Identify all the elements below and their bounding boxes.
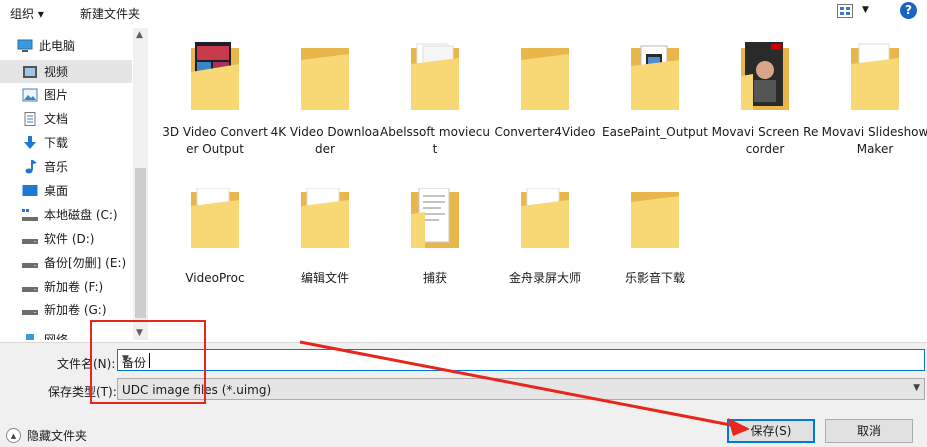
chevron-down-icon[interactable]: ▼ [913,383,920,393]
folder-name: 4K Video Downloader [270,125,380,156]
folder-name: 编辑文件 [300,271,349,285]
nav-item-label: 下载 [44,136,69,150]
network-icon [22,333,38,340]
nav-item-label: 文档 [44,112,69,126]
nav-item-label: 软件 (D:) [44,232,95,246]
folder-document-page-icon [411,188,459,248]
computer-icon [17,39,33,53]
toolbar: 组织 ▾ 新建文件夹 ▼ ? [0,0,927,26]
nav-item-label: 新加卷 (G:) [44,303,107,317]
music-icon [22,159,38,174]
filetype-select[interactable]: UDC image files (*.uimg) ▼ [117,378,925,400]
view-options-icon[interactable] [837,4,853,18]
nav-item-drive-d[interactable]: 软件 (D:) [0,227,132,250]
nav-item-label: 图片 [44,88,69,102]
download-icon [22,135,38,150]
view-dropdown-arrow-icon[interactable]: ▼ [862,5,869,15]
filetype-value: UDC image files (*.uimg) [122,383,272,397]
nav-item-label: 视频 [44,65,69,79]
navigation-pane[interactable]: 此电脑 视频 图片 文档 下载 音乐 桌面 本地磁盘 (C:) 软件 (D:) … [0,28,148,340]
chevron-up-icon: ▲ [6,428,21,443]
scroll-up-icon[interactable]: ▲ [136,30,143,40]
nav-item-videos[interactable]: 视频 [0,60,132,83]
new-folder-button[interactable]: 新建文件夹 [80,5,140,22]
nav-item-downloads[interactable]: 下载 [0,131,132,154]
nav-item-network[interactable]: 网络 [0,328,132,340]
filename-input[interactable]: 备份 ▼ [117,349,925,371]
folder-name: Movavi Screen Recorder [711,125,819,156]
hide-folders-toggle[interactable]: ▲ 隐藏文件夹 [6,427,87,444]
nav-item-label: 新加卷 (F:) [44,280,104,294]
nav-item-desktop[interactable]: 桌面 [0,179,132,202]
nav-item-drive-g[interactable]: 新加卷 (G:) [0,298,132,321]
drive-icon [22,280,38,294]
folder-name: 3D Video Converter Output [162,125,268,156]
documents-icon [22,111,38,126]
folder-icon [301,48,349,110]
scroll-down-icon[interactable]: ▼ [136,328,143,338]
nav-item-pictures[interactable]: 图片 [0,83,132,106]
folder-with-files-icon [851,43,899,110]
organize-button[interactable]: 组织 ▾ [10,5,44,22]
folder-name: Converter4Video [494,125,596,139]
pictures-icon [22,88,38,102]
file-list: 3D Video Converter Output 4K Video Downl… [150,28,927,340]
drive-icon [22,256,38,270]
folder-with-files-icon [411,43,459,110]
folder-name: Movavi Slideshow Maker [821,125,927,156]
folder-video-collage-icon [191,42,239,110]
cancel-button[interactable]: 取消 [825,419,913,443]
nav-item-music[interactable]: 音乐 [0,155,132,178]
nav-item-label: 此电脑 [39,39,76,53]
nav-item-this-pc[interactable]: 此电脑 [0,34,132,57]
folder-phone-image-icon [631,45,679,110]
drive-icon [22,232,38,246]
video-icon [22,65,38,79]
nav-scrollbar[interactable]: ▲ ▼ [133,28,148,340]
filename-label: 文件名(N): [57,357,116,371]
folder-with-files-icon [191,188,239,248]
folder-icon [631,192,679,248]
folder-name: Abelssoft moviecut [380,125,490,156]
nav-item-label: 备份[勿删] (E:) [44,256,127,270]
folder-with-files-icon [301,188,349,248]
hide-folders-label: 隐藏文件夹 [27,429,88,443]
save-form: 文件名(N): 备份 ▼ 保存类型(T): UDC image files (*… [0,342,927,447]
nav-item-label: 本地磁盘 (C:) [44,208,118,222]
folder-name: 金舟录屏大师 [508,271,581,285]
drive-c-icon [22,208,38,222]
nav-item-drive-f[interactable]: 新加卷 (F:) [0,275,132,298]
folder-name: 乐影音下载 [624,271,685,285]
nav-item-drive-c[interactable]: 本地磁盘 (C:) [0,203,132,226]
drive-icon [22,303,38,317]
folder-name: 捕获 [422,271,447,285]
desktop-icon [22,184,38,198]
nav-item-documents[interactable]: 文档 [0,107,132,130]
chevron-down-icon[interactable]: ▼ [122,354,920,364]
save-button[interactable]: 保存(S) [727,419,815,443]
folder-with-files-icon [521,188,569,248]
nav-item-label: 网络 [44,333,69,340]
folder-person-photo-icon [741,42,789,110]
nav-item-label: 音乐 [44,160,69,174]
filetype-label: 保存类型(T): [48,385,117,399]
help-icon[interactable]: ? [900,2,917,19]
folder-icon [521,48,569,110]
folder-name: VideoProc [185,271,245,285]
nav-item-drive-e[interactable]: 备份[勿删] (E:) [0,251,132,274]
scrollbar-thumb[interactable] [135,168,146,318]
nav-item-label: 桌面 [44,184,69,198]
folder-name: EasePaint_Output [602,125,708,139]
